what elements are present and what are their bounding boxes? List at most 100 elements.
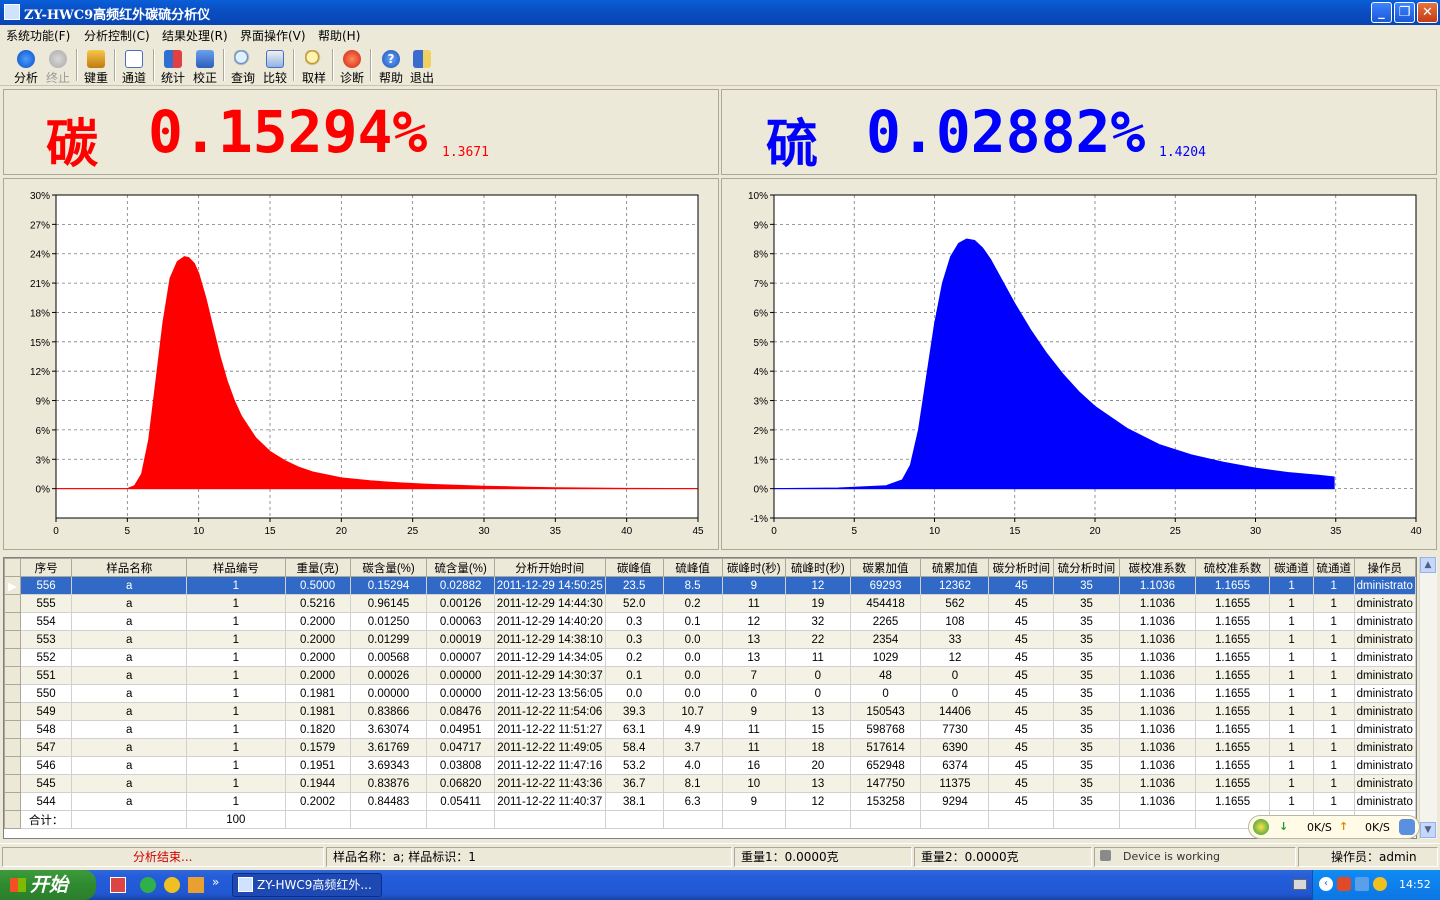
table-cell: 2011-12-22 11:51:27 (493, 720, 606, 739)
row-indicator[interactable] (4, 720, 21, 739)
table-row[interactable]: ▶ 556 a 1 0.5000 0.15294 0.02882 2011-12-29 14:… (4, 576, 1416, 595)
quicklaunch-browser-icon[interactable] (140, 877, 156, 893)
scroll-up-button[interactable]: ▲ (1420, 557, 1436, 573)
row-indicator[interactable] (4, 666, 21, 685)
row-indicator[interactable] (4, 684, 21, 703)
app-icon[interactable] (4, 4, 20, 20)
taskbar-app-button[interactable]: ZY-HWC9高频红外... (232, 873, 382, 897)
quicklaunch-expand-icon[interactable]: » (212, 875, 219, 889)
widget-menu-icon[interactable] (1399, 819, 1415, 835)
table-cell: 0.00000 (349, 684, 428, 703)
table-cell: 0 (721, 684, 787, 703)
tray-expand-icon[interactable]: ‹ (1319, 877, 1333, 891)
keyboard-icon[interactable] (1293, 879, 1307, 890)
statistics-button[interactable]: 统计 (155, 47, 191, 85)
sulfur-chart-panel: -1% 0% 1% 2% 3% 4% 5% 6% 7% 8% 9% 10% 0 5 10 15 20 25 30 35… (721, 178, 1437, 550)
table-cell: 1.1036 (1118, 720, 1197, 739)
table-cell: 2011-12-29 14:40:20 (493, 612, 606, 631)
title-bar[interactable]: ZY-HWC9高频红外碳硫分析仪 _ ❐ ✕ (0, 0, 1440, 25)
row-indicator[interactable] (4, 612, 21, 631)
column-header[interactable]: 硫通道 (1312, 558, 1355, 577)
menu-results[interactable]: 结果处理(R) (162, 27, 228, 44)
column-header[interactable]: 碳峰值 (604, 558, 664, 577)
results-table[interactable]: 序号 样品名称 样品编号 重量(克) 碳含量(%) 硫含量(%) 分析开始时间 碳峰值 硫峰值碳… (3, 557, 1417, 839)
column-header[interactable]: 硫含量(%) (426, 558, 495, 577)
channel-button[interactable]: 通道 (116, 47, 152, 85)
column-header[interactable]: 分析开始时间 (493, 558, 606, 577)
table-cell: 454418 (849, 594, 922, 613)
table-row[interactable]: 544 a 1 0.2002 0.84483 0.05411 2011-12-22 11:4… (4, 792, 1416, 811)
diagnose-button[interactable]: 诊断 (334, 47, 370, 85)
menu-system[interactable]: 系统功能(F) (6, 27, 70, 44)
row-indicator[interactable] (4, 792, 21, 811)
stop-button[interactable]: 终止 (40, 47, 76, 85)
column-header[interactable]: 操作员 (1353, 558, 1416, 577)
quicklaunch-icon[interactable] (110, 877, 126, 893)
column-header[interactable]: 硫累加值 (920, 558, 990, 577)
menu-analysis-control[interactable]: 分析控制(C) (84, 27, 150, 44)
tray-app-icon[interactable] (1373, 877, 1387, 891)
menu-help[interactable]: 帮助(H) (318, 27, 360, 44)
compare-button[interactable]: 比较 (257, 47, 293, 85)
column-header[interactable]: 样品编号 (186, 558, 286, 577)
table-row[interactable]: 551 a 1 0.2000 0.00026 0.00000 2011-12-29 14:3… (4, 666, 1416, 685)
table-row[interactable]: 546 a 1 0.1951 3.69343 0.03808 2011-12-22 11:4… (4, 756, 1416, 775)
table-cell: 1 (186, 774, 286, 793)
scroll-down-button[interactable]: ▼ (1420, 822, 1436, 838)
column-header[interactable]: 硫峰值 (662, 558, 723, 577)
table-cell: 13 (785, 774, 851, 793)
menu-view[interactable]: 界面操作(V) (240, 27, 306, 44)
table-row[interactable]: 555 a 1 0.5216 0.96145 0.00126 2011-12-29 14:4… (4, 594, 1416, 613)
security-icon[interactable] (1337, 877, 1351, 891)
row-indicator[interactable] (4, 756, 21, 775)
row-indicator[interactable] (4, 702, 21, 721)
row-indicator[interactable] (4, 630, 21, 649)
table-cell: 0.1951 (284, 756, 351, 775)
exit-button[interactable]: 退出 (404, 47, 440, 85)
column-header[interactable]: 样品名称 (71, 558, 188, 577)
quicklaunch-media-icon[interactable] (188, 877, 204, 893)
weight-button[interactable]: 键重 (78, 47, 114, 85)
column-header[interactable]: 硫峰时(秒) (785, 558, 851, 577)
column-header[interactable]: 硫分析时间 (1053, 558, 1120, 577)
start-button[interactable]: 开始 (0, 870, 96, 900)
sample-button[interactable]: 取样 (296, 47, 332, 85)
table-row[interactable]: 547 a 1 0.1579 3.61769 0.04717 2011-12-22 11:4… (4, 738, 1416, 757)
analyze-button[interactable]: 分析 (8, 47, 44, 85)
column-header[interactable]: 序号 (19, 558, 73, 577)
clock[interactable]: 14:52 (1399, 878, 1431, 891)
table-cell: 2011-12-22 11:43:36 (493, 774, 606, 793)
table-cell: 4.9 (662, 720, 723, 739)
current-row-indicator[interactable]: ▶ (4, 576, 21, 595)
close-button[interactable]: ✕ (1417, 2, 1438, 23)
table-row[interactable]: 552 a 1 0.2000 0.00568 0.00007 2011-12-29 14:3… (4, 648, 1416, 667)
restore-button[interactable]: ❐ (1394, 2, 1415, 23)
table-row[interactable]: 549 a 1 0.1981 0.83866 0.08476 2011-12-22 11:5… (4, 702, 1416, 721)
column-header[interactable]: 碳分析时间 (988, 558, 1055, 577)
quicklaunch-add-icon[interactable] (164, 877, 180, 893)
network-icon[interactable] (1355, 877, 1369, 891)
table-cell: 16 (721, 756, 787, 775)
calibrate-button[interactable]: 校正 (187, 47, 223, 85)
column-header[interactable]: 碳校准系数 (1118, 558, 1197, 577)
table-row[interactable]: 553 a 1 0.2000 0.01299 0.00019 2011-12-29 14:3… (4, 630, 1416, 649)
column-header[interactable]: 碳峰时(秒) (721, 558, 787, 577)
table-row[interactable]: 550 a 1 0.1981 0.00000 0.00000 2011-12-23 13:5… (4, 684, 1416, 703)
column-header[interactable]: 碳含量(%) (349, 558, 428, 577)
table-row[interactable]: 548 a 1 0.1820 3.63074 0.04951 2011-12-22 11:5… (4, 720, 1416, 739)
column-header[interactable]: 硫校准系数 (1194, 558, 1271, 577)
column-header[interactable]: 重量(克) (284, 558, 351, 577)
table-row[interactable]: 554 a 1 0.2000 0.01250 0.00063 2011-12-29 14:4… (4, 612, 1416, 631)
row-indicator[interactable] (4, 774, 21, 793)
column-header[interactable]: 碳累加值 (849, 558, 922, 577)
table-scrollbar[interactable]: ▲ ▼ (1419, 557, 1437, 839)
row-indicator[interactable] (4, 738, 21, 757)
row-indicator[interactable] (4, 648, 21, 667)
query-button[interactable]: 查询 (225, 47, 261, 85)
table-row[interactable]: 545 a 1 0.1944 0.83876 0.06820 2011-12-22 11:4… (4, 774, 1416, 793)
minimize-button[interactable]: _ (1371, 2, 1392, 23)
network-speed-widget[interactable]: ↓ 0K/S ↑ 0K/S (1248, 815, 1420, 839)
row-indicator[interactable] (4, 594, 21, 613)
table-cell: dministrato (1353, 756, 1416, 775)
column-header[interactable]: 碳通道 (1269, 558, 1314, 577)
